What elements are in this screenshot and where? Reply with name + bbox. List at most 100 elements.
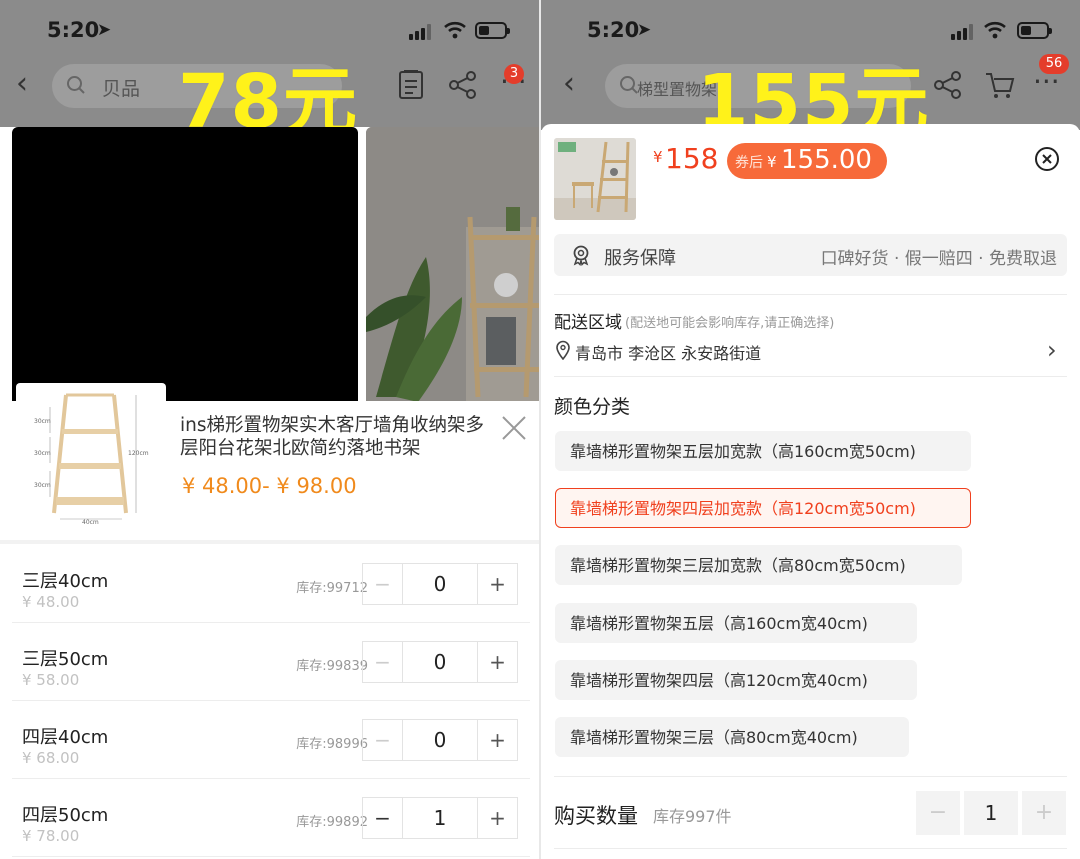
location-pin-icon [556, 340, 570, 360]
color-section-title: 颜色分类 [554, 396, 631, 418]
cart-badge: 56 [1039, 54, 1069, 74]
delivery-address[interactable]: 青岛市 李沧区 永安路街道 [575, 340, 761, 364]
variant-stock: 库存:99712 [296, 581, 368, 596]
dim-label-h2: 30cm [34, 450, 51, 457]
variant-stock: 库存:99892 [296, 815, 368, 830]
variant-row: 四层40cm ¥ 68.00 库存:98996 − 0 + [12, 701, 530, 779]
variant-price: ¥ 78.00 [22, 827, 80, 845]
service-guarantee-bar[interactable]: 服务保障 口碑好货 · 假一赔四 · 免费取退 [554, 234, 1067, 276]
coupon-price-badge: 券后 ¥ 155.00 [727, 143, 887, 179]
dim-label-width: 40cm [82, 519, 99, 526]
quantity-stepper: − 0 + [362, 719, 518, 761]
quantity-stepper: − 1 + [362, 797, 518, 839]
variant-stock: 库存:99839 [296, 659, 368, 674]
color-option[interactable]: 靠墙梯形置物架五层（高160cm宽40cm) [555, 603, 917, 643]
wifi-icon [443, 20, 467, 40]
status-time: 5:20 [47, 18, 100, 42]
variant-price: ¥ 48.00 [22, 593, 80, 611]
color-option[interactable]: 靠墙梯形置物架三层加宽款（高80cm宽50cm) [555, 545, 962, 585]
wifi-icon [983, 20, 1007, 40]
divider [554, 776, 1067, 777]
back-button[interactable]: ‹ [16, 66, 28, 101]
quantity-stepper: − 0 + [362, 641, 518, 683]
color-option[interactable]: 靠墙梯形置物架四层（高120cm宽40cm) [555, 660, 917, 700]
service-desc: 口碑好货 · 假一赔四 · 免费取退 [820, 249, 1057, 269]
quantity-value[interactable]: 0 [403, 720, 477, 760]
variant-row: 三层50cm ¥ 58.00 库存:99839 − 0 + [12, 623, 530, 701]
increment-button[interactable]: + [477, 798, 517, 838]
quantity-title: 购买数量 [554, 804, 638, 828]
product-name: ins梯形置物架实木客厅墙角收纳架多层阳台花架北欧简约落地书架 [180, 415, 485, 459]
quantity-stepper: − 0 + [362, 563, 518, 605]
left-screenshot: 5:20 ➤ ‹ 贝品 ··· 3 78元 [0, 0, 540, 859]
location-arrow-icon: ➤ [97, 20, 112, 40]
battery-icon [475, 22, 510, 39]
delivery-note: (配送地可能会影响库存,请正确选择) [625, 316, 835, 331]
increment-button[interactable]: + [477, 720, 517, 760]
product-thumbnail: 30cm 30cm 30cm 120cm 40cm [16, 383, 166, 533]
dim-label-h3: 30cm [34, 482, 51, 489]
battery-icon [1017, 22, 1052, 39]
search-text: 贝品 [102, 78, 141, 100]
color-option[interactable]: 靠墙梯形置物架三层（高80cm宽40cm) [555, 717, 909, 757]
variant-row: 三层40cm ¥ 48.00 库存:99712 − 0 + [12, 545, 530, 623]
product-photo-main [12, 127, 358, 413]
increment-button[interactable]: + [1022, 791, 1066, 835]
search-icon [67, 76, 85, 94]
color-option-selected[interactable]: 靠墙梯形置物架四层加宽款（高120cm宽50cm) [555, 488, 971, 528]
coupon-currency: ¥ [767, 153, 777, 171]
increment-button[interactable]: + [477, 642, 517, 682]
variant-price: ¥ 58.00 [22, 671, 80, 689]
back-button[interactable]: ‹ [563, 66, 575, 101]
status-bar: 5:20 ➤ [587, 18, 1067, 44]
variant-name: 四层40cm [22, 727, 109, 748]
decrement-button[interactable]: − [363, 720, 403, 760]
price-range: ¥ 48.00- ¥ 98.00 [182, 474, 357, 498]
increment-button[interactable]: + [477, 564, 517, 604]
signal-icon [409, 24, 431, 40]
close-icon[interactable] [500, 414, 528, 442]
cart-icon[interactable] [983, 68, 1017, 102]
search-icon [620, 76, 638, 94]
chevron-right-icon[interactable]: › [1047, 336, 1057, 364]
notes-icon[interactable] [394, 68, 428, 102]
decrement-button[interactable]: − [363, 564, 403, 604]
price-value: 158 [665, 142, 719, 175]
decrement-button[interactable]: − [363, 642, 403, 682]
product-thumbnail [554, 138, 636, 220]
signal-icon [951, 24, 973, 40]
divider [554, 376, 1067, 377]
dim-label-total: 120cm [128, 450, 149, 457]
location-arrow-icon: ➤ [637, 20, 652, 40]
quantity-stepper: − 1 + [916, 791, 1066, 835]
divider [554, 294, 1067, 295]
variant-name: 三层50cm [22, 649, 109, 670]
service-title: 服务保障 [604, 248, 676, 269]
right-screenshot: 5:20 ➤ ‹ 梯型置物架 ··· 56 155元 ¥ 158 券后 ¥ 15… [541, 0, 1080, 859]
section-divider [0, 540, 540, 544]
variant-name: 三层40cm [22, 571, 109, 592]
quantity-value[interactable]: 1 [403, 798, 477, 838]
close-icon[interactable] [1034, 146, 1060, 172]
color-option[interactable]: 靠墙梯形置物架五层加宽款（高160cm宽50cm) [555, 431, 971, 471]
quantity-value[interactable]: 1 [964, 791, 1018, 835]
price-currency: ¥ [653, 148, 663, 166]
quantity-stock: 库存997件 [653, 807, 732, 826]
variant-name: 四层50cm [22, 805, 109, 826]
badge-icon [573, 245, 589, 266]
share-icon[interactable] [931, 68, 965, 102]
quantity-value[interactable]: 0 [403, 564, 477, 604]
status-time: 5:20 [587, 18, 640, 42]
status-bar: 5:20 ➤ [47, 18, 527, 44]
product-photo-room [366, 127, 540, 413]
decrement-button[interactable]: − [916, 791, 960, 835]
dim-label-h1: 30cm [34, 418, 51, 425]
share-icon[interactable] [446, 68, 480, 102]
divider [554, 848, 1067, 849]
variant-price: ¥ 68.00 [22, 749, 80, 767]
delivery-title: 配送区域 [554, 313, 622, 333]
coupon-price: 155.00 [781, 145, 872, 175]
quantity-value[interactable]: 0 [403, 642, 477, 682]
decrement-button[interactable]: − [363, 798, 403, 838]
cart-badge: 3 [504, 64, 524, 84]
